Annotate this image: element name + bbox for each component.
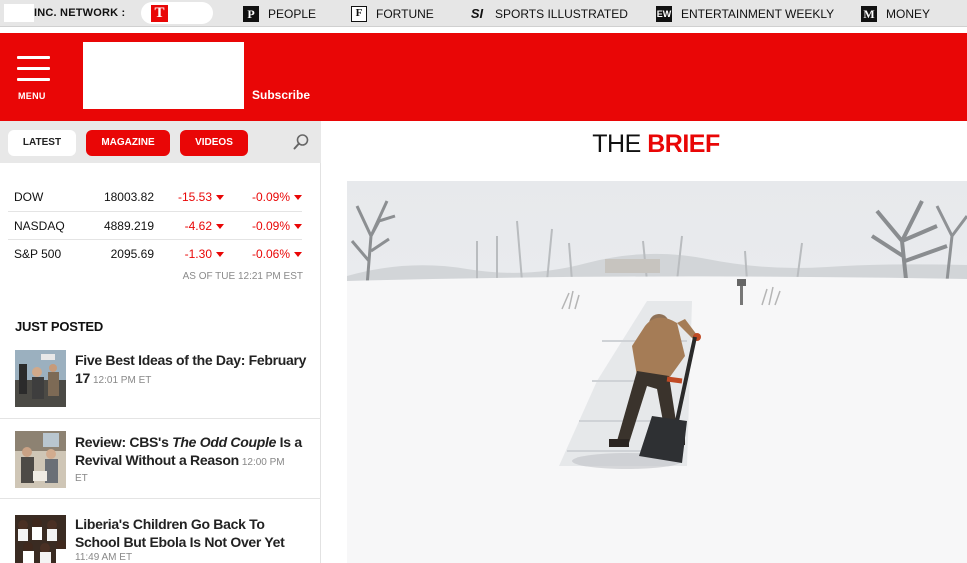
stock-change: -4.62: [168, 219, 224, 233]
stock-name: DOW: [14, 190, 44, 204]
down-arrow-icon: [216, 195, 224, 200]
time-network-link[interactable]: T: [141, 2, 213, 24]
post-time: 11:49 AM ET: [75, 552, 133, 563]
network-link-label: SPORTS ILLUSTRATED: [495, 7, 628, 21]
network-link-label: MONEY: [886, 7, 931, 21]
stock-timestamp: AS OF TUE 12:21 PM EST: [182, 271, 303, 282]
list-item[interactable]: Liberia's Children Go Back To School But…: [0, 499, 321, 563]
list-item[interactable]: Review: CBS's The Odd Couple Is a Reviva…: [0, 419, 321, 499]
stock-percent: -0.09%: [240, 219, 302, 233]
stock-change: -15.53: [168, 190, 224, 204]
people-logo-icon: P: [243, 6, 259, 22]
network-link-sports-illustrated[interactable]: SI SPORTS ILLUSTRATED: [468, 5, 628, 23]
money-logo-icon: M: [861, 6, 877, 22]
post-headline: Liberia's Children Go Back To School But…: [75, 515, 310, 563]
tab-magazine[interactable]: MAGAZINE: [86, 130, 170, 156]
hamburger-icon: [17, 56, 50, 59]
stock-row[interactable]: S&P 500 2095.69 -1.30 -0.06%: [8, 240, 302, 269]
time-logo-icon: T: [151, 5, 168, 22]
stock-change: -1.30: [168, 247, 224, 261]
down-arrow-icon: [294, 252, 302, 257]
menu-label: MENU: [18, 91, 46, 101]
network-link-entertainment-weekly[interactable]: EW ENTERTAINMENT WEEKLY: [656, 5, 834, 23]
site-logo[interactable]: [83, 42, 244, 109]
site-header: MENU Subscribe: [0, 33, 967, 121]
stock-row[interactable]: NASDAQ 4889.219 -4.62 -0.09%: [8, 212, 302, 240]
down-arrow-icon: [294, 195, 302, 200]
fortune-logo-icon: F: [351, 6, 367, 22]
post-headline: Five Best Ideas of the Day: February 17 1…: [75, 352, 307, 386]
stock-value: 4889.219: [103, 218, 154, 233]
hamburger-icon: [17, 67, 50, 70]
stock-name: NASDAQ: [14, 218, 65, 233]
hamburger-icon: [17, 78, 50, 81]
sidebar-tabs: LATEST MAGAZINE VIDEOS: [0, 121, 321, 163]
network-link-label: PEOPLE: [268, 7, 317, 21]
ew-logo-icon: EW: [656, 6, 672, 22]
network-link-fortune[interactable]: F FORTUNE: [351, 5, 434, 23]
search-icon[interactable]: [292, 133, 310, 151]
post-thumbnail: [15, 350, 66, 407]
page-title: THE BRIEF: [592, 130, 720, 158]
post-time: 12:00 PM: [241, 457, 285, 468]
menu-button[interactable]: MENU: [16, 53, 52, 103]
stock-value: 2095.69: [110, 247, 154, 261]
network-link-money[interactable]: M MONEY: [861, 5, 930, 23]
tab-videos[interactable]: VIDEOS: [180, 130, 248, 156]
tab-latest[interactable]: LATEST: [8, 130, 76, 156]
post-headline: Review: CBS's The Odd Couple Is a Reviva…: [75, 433, 310, 486]
down-arrow-icon: [216, 252, 224, 257]
subscribe-link[interactable]: Subscribe: [252, 88, 310, 102]
post-time: 12:01 PM ET: [92, 375, 152, 386]
stock-row[interactable]: DOW 18003.82 -15.53 -0.09%: [8, 183, 302, 212]
network-link-people[interactable]: P PEOPLE: [243, 5, 316, 23]
post-time-zone: ET: [75, 473, 88, 484]
network-link-label: FORTUNE: [376, 7, 434, 21]
stock-value: 18003.82: [103, 190, 154, 204]
post-thumbnail: [15, 515, 66, 563]
stock-percent: -0.06%: [240, 247, 302, 261]
down-arrow-icon: [216, 223, 224, 229]
network-logo[interactable]: [4, 4, 34, 22]
stock-ticker: DOW 18003.82 -15.53 -0.09% NASDAQ 4889.2…: [8, 183, 302, 269]
just-posted-heading: JUST POSTED: [15, 319, 104, 334]
stock-name: S&P 500: [14, 247, 62, 261]
down-arrow-icon: [294, 223, 302, 229]
post-thumbnail: [15, 431, 66, 488]
stock-percent: -0.09%: [240, 190, 302, 204]
network-bar: INC. NETWORK : T P PEOPLE F FORTUNE SI S…: [0, 0, 967, 27]
network-label: INC. NETWORK :: [34, 7, 126, 19]
hero-image[interactable]: [347, 181, 967, 563]
si-logo-icon: SI: [470, 6, 484, 21]
network-link-label: ENTERTAINMENT WEEKLY: [681, 7, 835, 21]
sidebar: LATEST MAGAZINE VIDEOS DOW 18003.82 -15.…: [0, 121, 321, 563]
list-item[interactable]: Five Best Ideas of the Day: February 17 1…: [0, 347, 321, 419]
